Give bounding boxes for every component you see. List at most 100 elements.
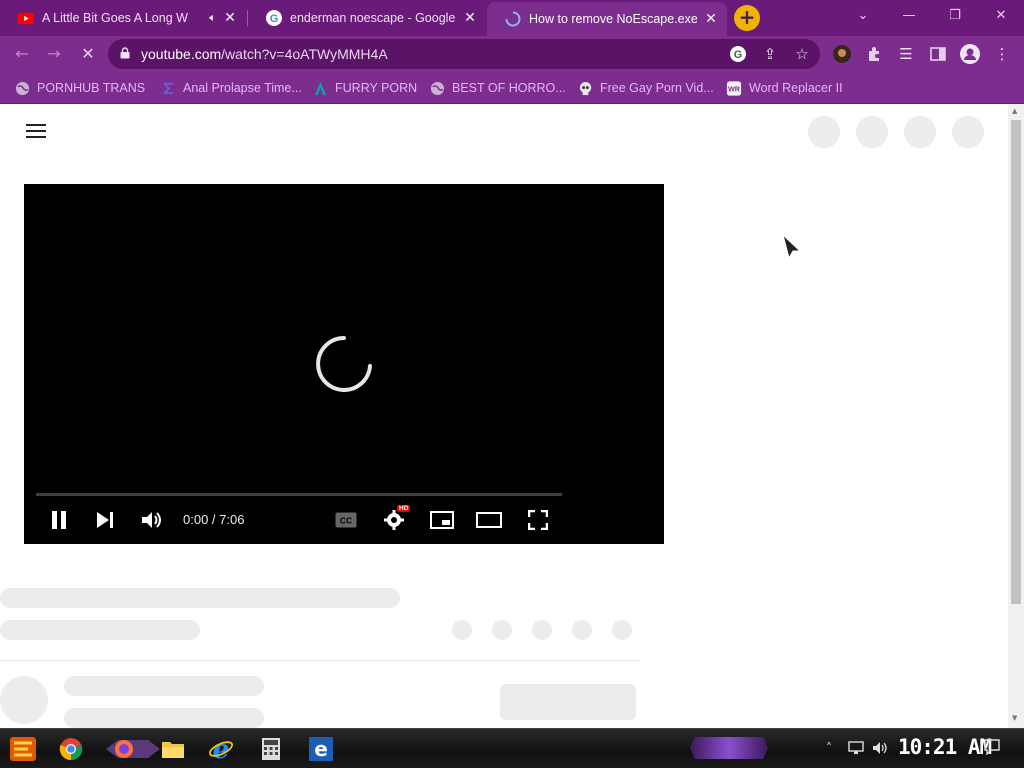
- url-path: /watch?v=4oATWyMMH4A: [221, 46, 388, 62]
- theater-mode-button[interactable]: [476, 508, 502, 532]
- miniplayer-button[interactable]: [429, 508, 455, 532]
- bookmark-label: BEST OF HORRO...: [452, 81, 566, 95]
- video-player[interactable]: 0:00 / 7:06 CC HD: [24, 184, 664, 544]
- show-hidden-icons-icon[interactable]: ˄: [826, 741, 832, 755]
- stop-loading-button[interactable]: ✕: [76, 42, 100, 66]
- tab-search-button[interactable]: ⌄: [840, 0, 886, 30]
- action-placeholder: [572, 620, 592, 640]
- bookmarks-bar: PORNHUB TRANS Anal Prolapse Time... FURR…: [0, 72, 1024, 104]
- start-button[interactable]: [8, 734, 38, 764]
- firefox-taskbar-button[interactable]: [104, 734, 162, 764]
- url-host: youtube.com: [141, 46, 222, 62]
- action-placeholder: [492, 620, 512, 640]
- side-panel-icon[interactable]: [928, 44, 948, 64]
- svg-text:G: G: [734, 49, 743, 61]
- divider: [0, 660, 640, 661]
- close-tab-button[interactable]: ✕: [462, 10, 478, 26]
- pause-icon: [52, 511, 66, 529]
- action-placeholder: [612, 620, 632, 640]
- tab-youtube-song[interactable]: A Little Bit Goes A Long W 🔈︎ ✕: [0, 2, 246, 34]
- loading-spinner-icon: [316, 336, 372, 392]
- svg-text:G: G: [270, 13, 279, 25]
- scrollbar-thumb[interactable]: [1011, 120, 1021, 604]
- profile-extension-icon[interactable]: [832, 44, 852, 64]
- captions-button[interactable]: CC: [334, 508, 358, 532]
- channel-name-placeholder: [64, 676, 264, 696]
- action-placeholder: [532, 620, 552, 640]
- page-scrollbar[interactable]: ▲ ▼: [1008, 104, 1024, 728]
- tab-strip: A Little Bit Goes A Long W 🔈︎ ✕ G enderm…: [0, 0, 1024, 36]
- bookmark-item[interactable]: FURRY PORN: [312, 78, 417, 98]
- back-button[interactable]: ←: [10, 42, 34, 66]
- gear-icon: [384, 510, 404, 530]
- subscribe-placeholder: [500, 684, 636, 720]
- progress-bar[interactable]: [36, 493, 562, 496]
- google-lens-icon[interactable]: G: [728, 44, 748, 64]
- youtube-icon: [18, 10, 34, 26]
- reading-list-icon[interactable]: ☰: [896, 44, 916, 64]
- tab-title: enderman noescape - Google Se: [290, 11, 456, 25]
- chrome-icon: [59, 738, 83, 761]
- restore-button[interactable]: ❐: [932, 0, 978, 30]
- globe-icon: [14, 80, 30, 96]
- svg-text:CC: CC: [340, 516, 352, 526]
- ie-taskbar-button[interactable]: e: [206, 734, 236, 764]
- taskbar: e e ˄ 10:21 AM: [0, 728, 1024, 768]
- profile-avatar-icon[interactable]: [960, 44, 980, 64]
- edge-icon: e: [309, 737, 333, 761]
- notifications-icon[interactable]: [984, 739, 1000, 758]
- tab-youtube-active[interactable]: How to remove NoEscape.exe [ ✕: [487, 2, 727, 36]
- volume-tray-icon[interactable]: [872, 741, 888, 758]
- channel-avatar-placeholder: [0, 676, 48, 724]
- screen: A Little Bit Goes A Long W 🔈︎ ✕ G enderm…: [0, 0, 1024, 768]
- close-tab-button[interactable]: ✕: [703, 11, 719, 27]
- tab-google-search[interactable]: G enderman noescape - Google Se ✕: [248, 2, 486, 34]
- close-tab-button[interactable]: ✕: [222, 10, 238, 26]
- scroll-down-arrow-icon[interactable]: ▼: [1012, 714, 1017, 722]
- taskbar-clock[interactable]: 10:21 AM: [898, 735, 992, 759]
- firefox-icon: [106, 740, 160, 758]
- bookmark-label: Word Replacer II: [749, 81, 843, 95]
- title-placeholder: [0, 588, 400, 608]
- skull-icon: [577, 80, 593, 96]
- network-icon[interactable]: [848, 741, 864, 758]
- volume-button[interactable]: [140, 508, 164, 532]
- file-explorer-taskbar-button[interactable]: [158, 734, 188, 764]
- bookmark-item[interactable]: PORNHUB TRANS: [14, 78, 145, 98]
- calculator-taskbar-button[interactable]: [256, 734, 286, 764]
- folder-icon: [162, 742, 184, 758]
- lock-icon[interactable]: [120, 47, 130, 59]
- forward-button[interactable]: →: [42, 42, 66, 66]
- pause-button[interactable]: [48, 508, 70, 532]
- google-icon: G: [266, 10, 282, 26]
- speaker-icon[interactable]: 🔈︎: [209, 11, 216, 25]
- bookmark-item[interactable]: BEST OF HORRO...: [429, 78, 566, 98]
- bookmark-item[interactable]: WR Word Replacer II: [726, 78, 843, 98]
- miniplayer-icon: [430, 511, 454, 529]
- share-icon[interactable]: ⇪: [760, 44, 780, 64]
- minimize-button[interactable]: —: [886, 0, 932, 30]
- bookmark-item[interactable]: Free Gay Porn Vid...: [577, 78, 714, 98]
- hamburger-menu-icon[interactable]: [26, 124, 46, 138]
- settings-button[interactable]: HD: [382, 505, 411, 532]
- next-button[interactable]: [94, 508, 116, 532]
- fullscreen-button[interactable]: [526, 508, 550, 532]
- bookmark-label: PORNHUB TRANS: [37, 81, 146, 95]
- new-tab-button[interactable]: +: [734, 5, 760, 31]
- globe-icon: [429, 80, 445, 96]
- start-logo-icon: [10, 737, 36, 761]
- menu-kebab-icon[interactable]: ⋮: [992, 44, 1012, 64]
- header-placeholder-circle: [952, 116, 984, 148]
- bookmark-label: Free Gay Porn Vid...: [600, 81, 714, 95]
- bookmark-star-icon[interactable]: ☆: [792, 44, 812, 64]
- scroll-up-arrow-icon[interactable]: ▲: [1012, 107, 1017, 115]
- edge-taskbar-button[interactable]: e: [306, 734, 336, 764]
- close-window-button[interactable]: ✕: [978, 0, 1024, 30]
- address-bar[interactable]: youtube.com/watch?v=4oATWyMMH4A G ⇪ ☆: [108, 39, 820, 69]
- hd-badge: HD: [397, 505, 411, 512]
- lambda-icon: [312, 80, 328, 96]
- bookmark-item[interactable]: Anal Prolapse Time...: [160, 78, 302, 98]
- chrome-taskbar-button[interactable]: [56, 734, 86, 764]
- subtitle-placeholder: [0, 620, 200, 640]
- extensions-icon[interactable]: [864, 44, 884, 64]
